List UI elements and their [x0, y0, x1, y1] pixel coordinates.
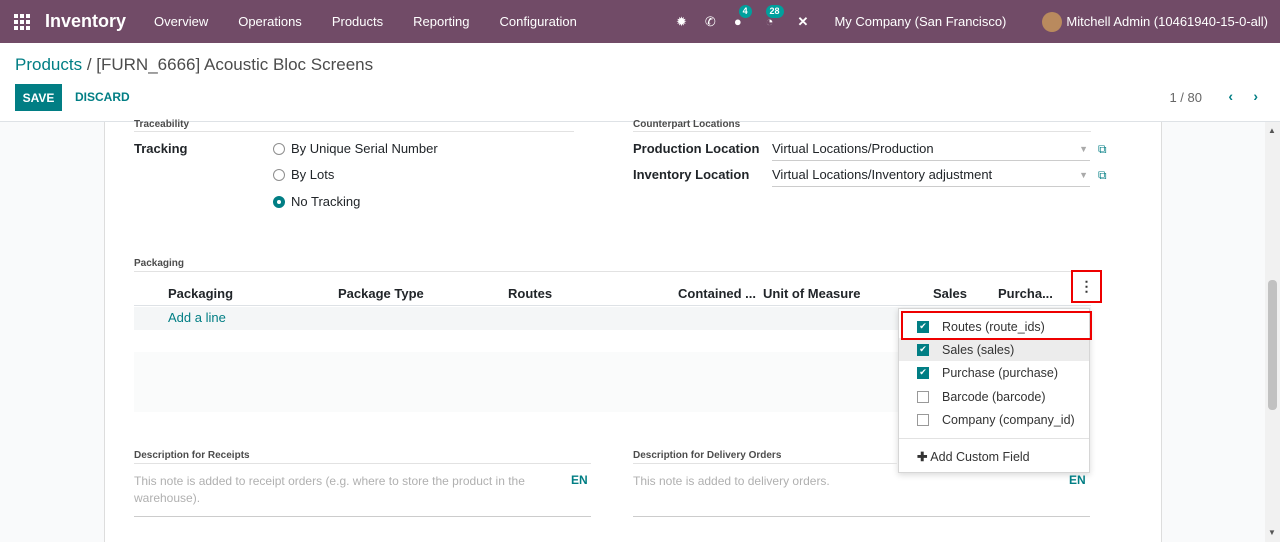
- radio-label: No Tracking: [291, 194, 361, 209]
- column-sales[interactable]: Sales: [933, 286, 967, 301]
- bug-icon[interactable]: ✹: [676, 14, 687, 30]
- plus-icon: ✚: [917, 450, 928, 464]
- column-routes[interactable]: Routes: [508, 286, 552, 301]
- menu-reporting[interactable]: Reporting: [413, 14, 469, 29]
- menu-overview[interactable]: Overview: [154, 14, 208, 29]
- page-scrollbar[interactable]: ▲ ▼: [1265, 122, 1280, 542]
- optional-column-sales[interactable]: ✔ Sales (sales): [899, 338, 1089, 361]
- checkbox-checked[interactable]: ✔: [917, 366, 929, 379]
- receipts-description-label: Description for Receipts: [134, 450, 250, 461]
- pager-value[interactable]: 1 / 80: [1169, 90, 1202, 105]
- radio-circle: [273, 168, 285, 181]
- checkbox-checked[interactable]: ✔: [917, 343, 929, 356]
- menu-operations[interactable]: Operations: [238, 14, 302, 29]
- control-panel: Products / [FURN_6666] Acoustic Bloc Scr…: [0, 43, 1280, 122]
- optional-column-label: Sales (sales): [942, 342, 1015, 357]
- optional-column-barcode[interactable]: Barcode (barcode): [899, 385, 1089, 408]
- inventory-location-value: Virtual Locations/Inventory adjustment: [772, 167, 993, 182]
- tracking-label: Tracking: [134, 141, 188, 156]
- discard-button[interactable]: DISCARD: [75, 84, 130, 111]
- optional-column-purchase[interactable]: ✔ Purchase (purchase): [899, 361, 1089, 384]
- breadcrumb-products[interactable]: Products: [15, 55, 82, 74]
- user-menu[interactable]: Mitchell Admin (10461940-15-0-all): [1066, 14, 1268, 29]
- column-contained-quantity[interactable]: Contained ...: [678, 286, 756, 301]
- optional-column-label: Barcode (barcode): [942, 389, 1046, 404]
- delivery-divider: [633, 463, 897, 464]
- tracking-lots-radio[interactable]: By Lots: [273, 167, 334, 182]
- user-avatar[interactable]: [1042, 11, 1063, 32]
- inventory-location-field[interactable]: Virtual Locations/Inventory adjustment ▼: [772, 167, 1090, 187]
- messages-badge: 4: [738, 5, 752, 18]
- scroll-down-icon[interactable]: ▼: [1268, 528, 1276, 537]
- pager-previous-icon[interactable]: ‹: [1228, 88, 1233, 104]
- external-link-icon[interactable]: ⧉: [1098, 168, 1107, 183]
- close-debug-icon[interactable]: ✕: [798, 14, 809, 30]
- breadcrumb-current: [FURN_6666] Acoustic Bloc Screens: [96, 55, 374, 74]
- receipts-description-field[interactable]: This note is added to receipt orders (e.…: [134, 473, 544, 507]
- scroll-thumb[interactable]: [1268, 280, 1277, 410]
- menu-products[interactable]: Products: [332, 14, 383, 29]
- counterpart-separator: Counterpart Locations: [633, 119, 741, 130]
- top-navbar: Inventory Overview Operations Products R…: [0, 0, 1280, 43]
- delivery-description-label: Description for Delivery Orders: [633, 450, 782, 461]
- radio-label: By Lots: [291, 167, 335, 182]
- checkbox-unchecked[interactable]: [917, 390, 929, 403]
- production-location-label: Production Location: [633, 141, 760, 156]
- packaging-divider: [134, 271, 1091, 272]
- traceability-divider: [134, 131, 574, 132]
- pager-next-icon[interactable]: ›: [1253, 88, 1258, 104]
- radio-circle-checked: [273, 195, 285, 208]
- add-custom-field-button[interactable]: ✚ Add Custom Field: [917, 449, 1030, 464]
- receipts-field-underline: [134, 516, 591, 517]
- column-packaging[interactable]: Packaging: [168, 286, 233, 301]
- dropdown-divider: [899, 438, 1089, 439]
- chevron-down-icon[interactable]: ▼: [1079, 144, 1088, 154]
- radio-label: By Unique Serial Number: [291, 141, 438, 156]
- activities-badge: 28: [765, 5, 784, 18]
- breadcrumb: Products / [FURN_6666] Acoustic Bloc Scr…: [15, 55, 373, 75]
- add-custom-field-label: Add Custom Field: [930, 450, 1030, 464]
- breadcrumb-separator: /: [82, 55, 97, 74]
- messages-icon[interactable]: ● 4: [734, 5, 752, 29]
- external-link-icon[interactable]: ⧉: [1098, 142, 1107, 157]
- delivery-language-toggle[interactable]: EN: [1069, 473, 1086, 487]
- menu-configuration[interactable]: Configuration: [500, 14, 577, 29]
- receipts-divider: [134, 463, 591, 464]
- save-button[interactable]: SAVE: [15, 84, 62, 111]
- production-location-field[interactable]: Virtual Locations/Production ▼: [772, 141, 1090, 161]
- activity-clock-icon[interactable]: ◔ 28: [765, 5, 784, 29]
- packaging-table-header: Packaging Package Type Routes Contained …: [134, 280, 1091, 306]
- column-package-type[interactable]: Package Type: [338, 286, 424, 301]
- traceability-separator: Traceability: [134, 119, 190, 130]
- column-purchase[interactable]: Purcha...: [998, 286, 1053, 301]
- optional-column-company[interactable]: Company (company_id): [899, 408, 1089, 431]
- delivery-field-underline: [633, 516, 1090, 517]
- company-switcher[interactable]: My Company (San Francisco): [834, 14, 1006, 29]
- optional-column-label: Company (company_id): [942, 412, 1075, 427]
- highlight-annotation: [901, 311, 1092, 340]
- faded-content-area: [134, 352, 899, 412]
- delivery-description-field[interactable]: This note is added to delivery orders.: [633, 473, 1043, 490]
- radio-circle: [273, 142, 285, 155]
- apps-menu-icon[interactable]: [14, 13, 32, 30]
- packaging-separator: Packaging: [134, 258, 185, 269]
- tracking-serial-radio[interactable]: By Unique Serial Number: [273, 141, 438, 156]
- optional-columns-toggle[interactable]: ⋮: [1071, 270, 1102, 303]
- scroll-up-icon[interactable]: ▲: [1268, 126, 1276, 135]
- chevron-down-icon[interactable]: ▼: [1079, 170, 1088, 180]
- production-location-value: Virtual Locations/Production: [772, 141, 934, 156]
- kebab-menu-icon: ⋮: [1079, 278, 1094, 294]
- tracking-none-radio[interactable]: No Tracking: [273, 194, 360, 209]
- optional-column-label: Purchase (purchase): [942, 365, 1059, 380]
- phone-icon[interactable]: ✆: [705, 14, 716, 30]
- app-brand[interactable]: Inventory: [45, 11, 126, 32]
- checkbox-unchecked[interactable]: [917, 413, 929, 426]
- inventory-location-label: Inventory Location: [633, 167, 750, 182]
- receipts-language-toggle[interactable]: EN: [571, 473, 588, 487]
- counterpart-divider: [633, 131, 1091, 132]
- column-unit-of-measure[interactable]: Unit of Measure: [763, 286, 861, 301]
- add-line-link[interactable]: Add a line: [168, 310, 226, 325]
